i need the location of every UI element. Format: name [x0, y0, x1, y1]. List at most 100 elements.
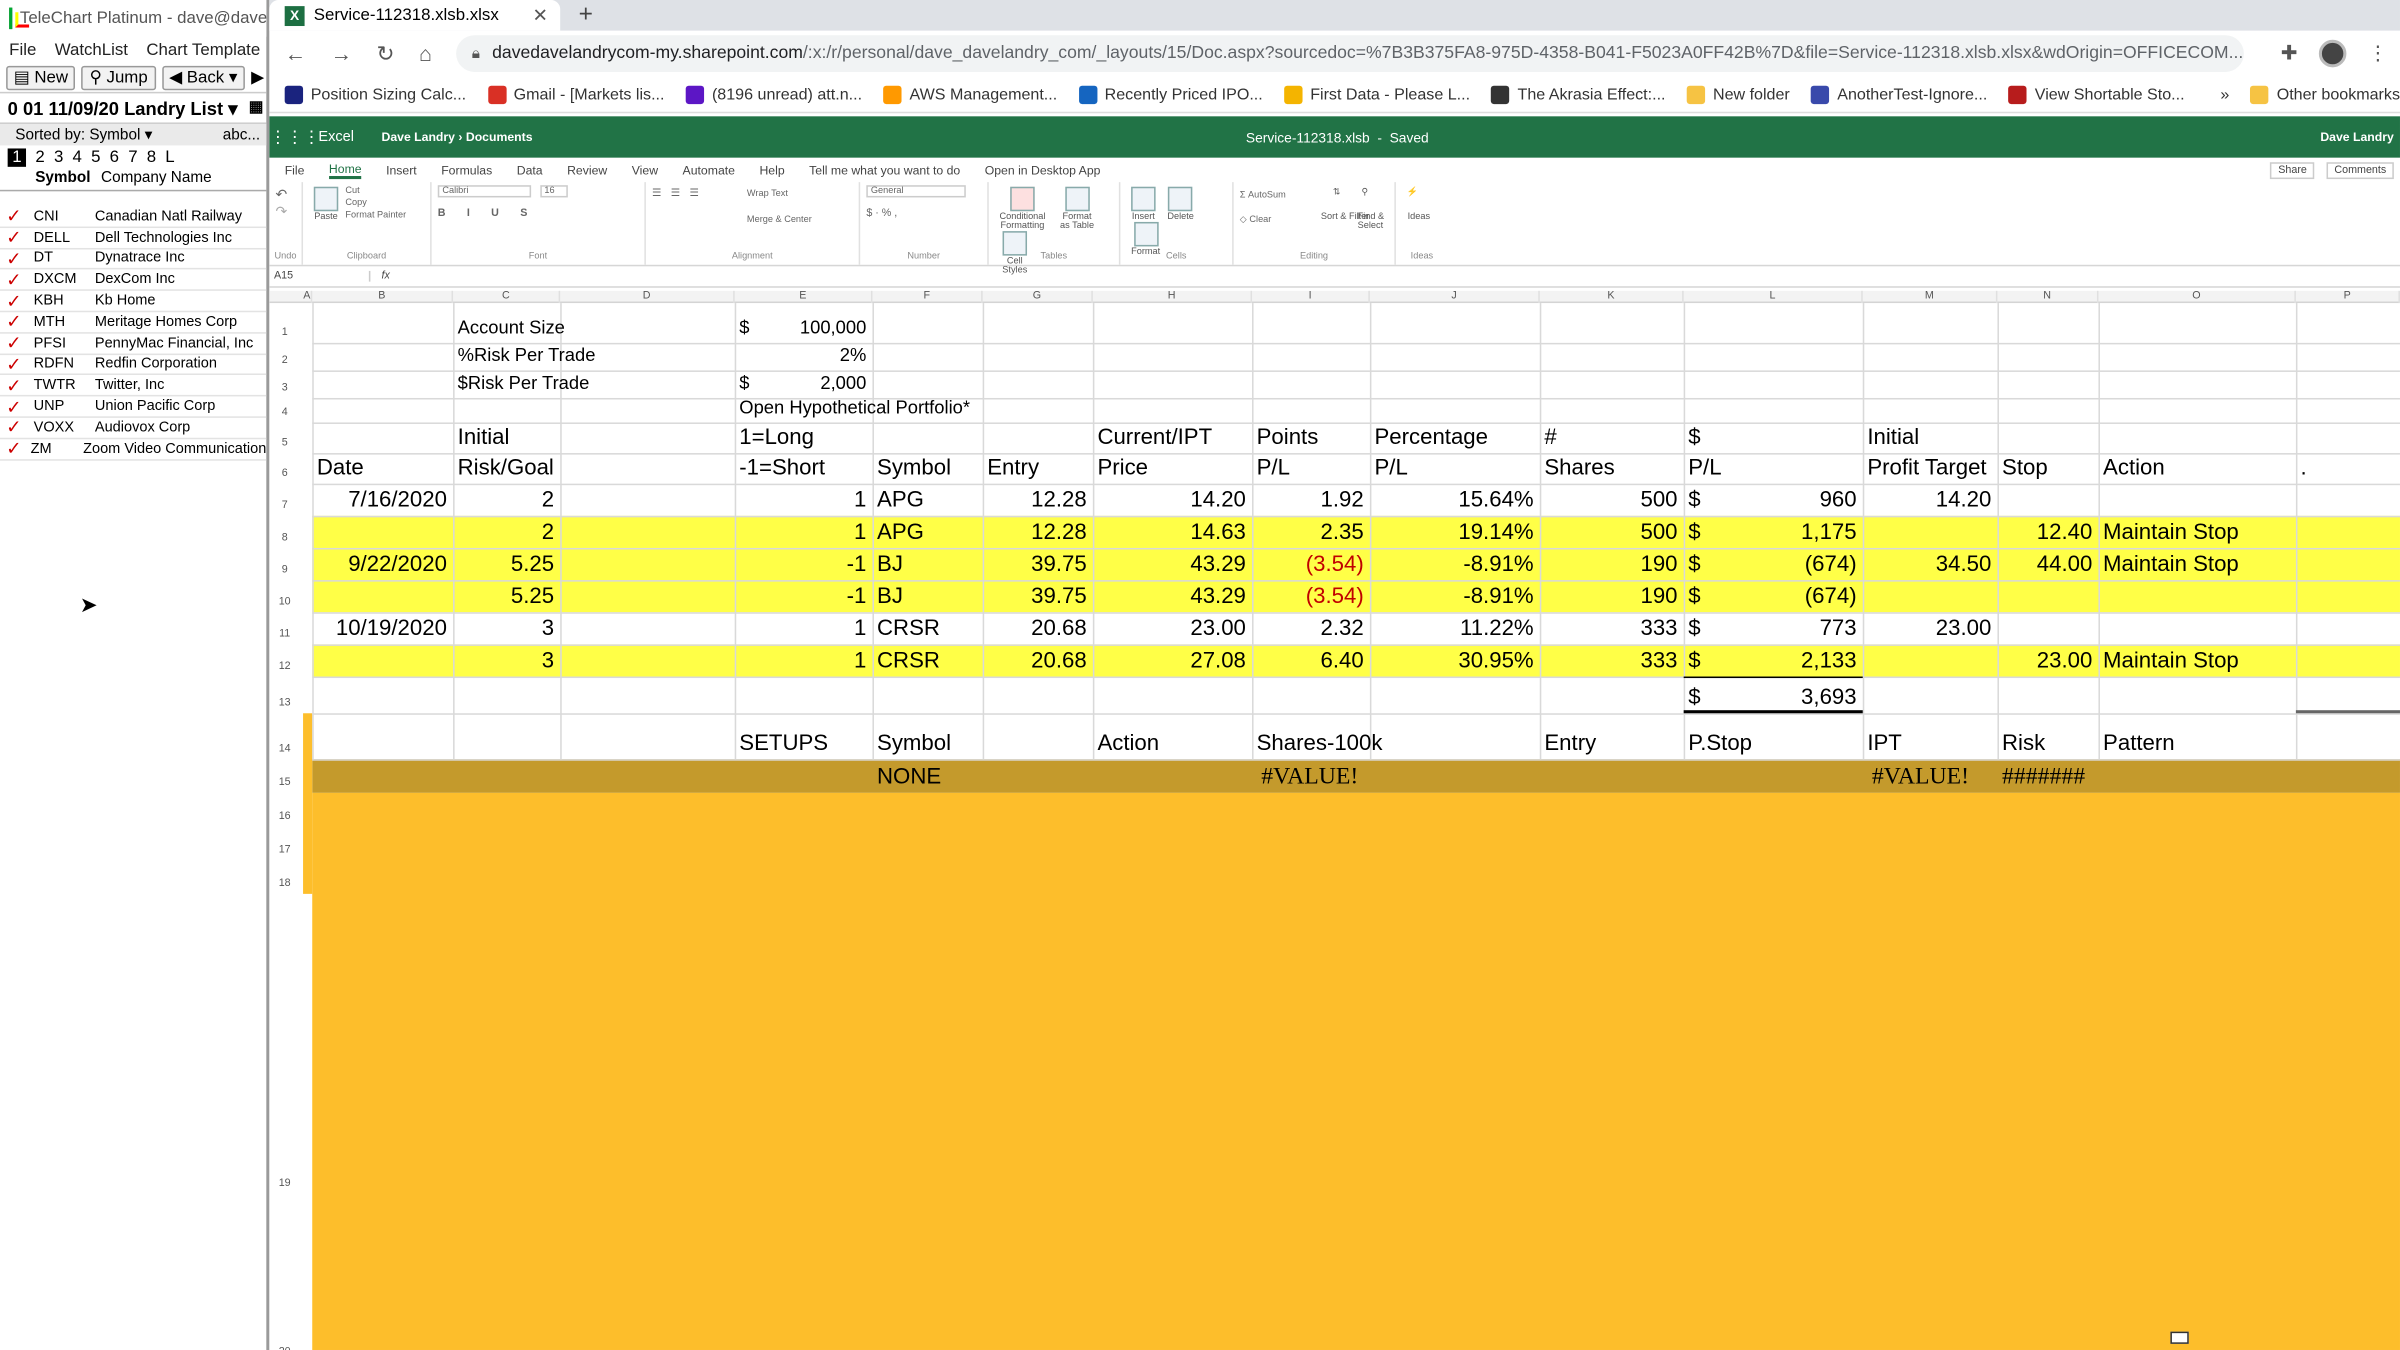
check-icon[interactable]: ✓ [6, 249, 27, 267]
excel-app-name[interactable]: Excel [318, 129, 354, 146]
merge-center-button[interactable]: Merge & Center [747, 216, 812, 225]
tc-list-item[interactable]: ✓ TWTR Twitter, Inc [0, 376, 267, 397]
ribbon-tab[interactable]: Insert [386, 163, 417, 177]
column-header[interactable]: H [1093, 290, 1253, 304]
tc-page-l[interactable]: L [165, 148, 174, 166]
column-header[interactable]: C [453, 290, 561, 304]
font-size-box[interactable]: 16 [539, 185, 569, 198]
bookmark-item[interactable]: New folder [1686, 84, 1790, 104]
tc-list-item[interactable]: ✓ KBH Kb Home [0, 291, 267, 313]
other-bookmarks-folder[interactable]: Other bookmarks [2250, 84, 2400, 104]
tc-grid-icon[interactable]: ▦ [249, 99, 263, 116]
redo-icon[interactable]: ↷ [276, 204, 296, 221]
column-header[interactable]: K [1540, 290, 1684, 304]
bookmark-item[interactable]: AWS Management... [883, 84, 1057, 104]
browser-menu-icon[interactable]: ⋮ [2368, 41, 2388, 65]
tc-watchlist-selector[interactable]: 0 01 11/09/20 Landry List ▾ ▦ [0, 93, 267, 124]
row-header[interactable]: 8 [269, 533, 300, 544]
bookmark-item[interactable]: (8196 unread) att.n... [685, 84, 862, 104]
font-format-buttons[interactable]: B I U S [438, 208, 639, 219]
row-header[interactable]: 14 [269, 744, 300, 755]
tc-menu-chart-template[interactable]: Chart Template [146, 41, 260, 59]
fx-icon[interactable]: fx [370, 271, 401, 282]
column-header[interactable]: J [1370, 290, 1540, 304]
bookmark-item[interactable]: Gmail - [Markets lis... [487, 84, 664, 104]
zoom-icon[interactable]: ⚲ [2243, 43, 2244, 64]
row-header[interactable]: 5 [269, 438, 300, 449]
share-button[interactable]: Share [2270, 161, 2315, 179]
tc-page-4[interactable]: 4 [73, 148, 82, 166]
ribbon-tab[interactable]: View [632, 163, 658, 177]
column-header[interactable]: I [1252, 290, 1370, 304]
insert-cells-button[interactable]: Insert [1131, 186, 1156, 222]
tc-list-item[interactable]: ✓ DELL Dell Technologies Inc [0, 228, 267, 249]
sheet-view-icon[interactable] [2170, 1331, 2189, 1344]
check-icon[interactable]: ✓ [6, 228, 27, 246]
format-painter-button[interactable]: Format Painter [345, 211, 406, 220]
column-header[interactable]: E [735, 290, 873, 304]
bookmark-item[interactable]: View Shortable Sto... [2008, 84, 2185, 104]
ribbon-tab[interactable]: Review [567, 163, 607, 177]
more-bookmarks-icon[interactable]: » [2220, 85, 2229, 103]
tc-page-2[interactable]: 2 [35, 148, 44, 166]
tc-page-1[interactable]: 1 [7, 148, 27, 167]
row-header[interactable]: 10 [269, 597, 300, 608]
comments-button[interactable]: Comments [2326, 161, 2394, 179]
row-header[interactable]: 12 [269, 661, 300, 672]
ribbon-tab[interactable]: Tell me what you want to do [809, 163, 960, 177]
autosum-button[interactable]: Σ AutoSum [1240, 191, 1286, 200]
reload-icon[interactable]: ↻ [377, 41, 395, 67]
ideas-button[interactable]: ⚡ Ideas [1407, 187, 1431, 222]
excel-breadcrumb[interactable]: Dave Landry › Documents [381, 130, 532, 144]
row-header[interactable]: 16 [269, 811, 300, 822]
ribbon-tab[interactable]: Formulas [441, 163, 492, 177]
row-header[interactable]: 1 [269, 328, 300, 339]
tc-back-button[interactable]: ◀ Back ▾ [161, 65, 245, 90]
forward-arrow-icon[interactable]: → [331, 41, 352, 65]
row-header[interactable]: 4 [269, 407, 300, 418]
cut-button[interactable]: Cut [345, 187, 406, 196]
check-icon[interactable]: ✓ [6, 313, 27, 331]
tc-list-item[interactable]: ✓ DT Dynatrace Inc [0, 249, 267, 270]
column-header[interactable]: O [2098, 290, 2296, 304]
row-header[interactable]: 15 [269, 778, 300, 789]
tc-list-item[interactable]: ✓ MTH Meritage Homes Corp [0, 312, 267, 334]
tc-forward-icon[interactable]: ▶ [251, 67, 264, 87]
worksheet-grid[interactable]: ABCDEFGHIJKLMNOP 1 2 3 4 5 6 7 8 9 10 11 12 13 14 15 16… [269, 290, 2400, 1350]
check-icon[interactable]: ✓ [6, 397, 27, 415]
delete-cells-button[interactable]: Delete [1167, 186, 1194, 222]
bookmark-item[interactable]: AnotherTest-Ignore... [1811, 84, 1987, 104]
extensions-icon[interactable]: ✚ [2281, 41, 2298, 65]
tc-list-item[interactable]: ✓ VOXX Audiovox Corp [0, 418, 267, 439]
ribbon-tab[interactable]: File [285, 163, 305, 177]
ribbon-tab[interactable]: Home [328, 161, 362, 179]
column-header[interactable]: B [312, 290, 454, 304]
tc-page-5[interactable]: 5 [91, 148, 100, 166]
tc-list-item[interactable]: ✓ CNI Canadian Natl Railway [0, 207, 267, 228]
back-arrow-icon[interactable]: ← [285, 41, 306, 65]
bookmark-item[interactable]: Recently Priced IPO... [1078, 84, 1263, 104]
tc-sort-bar[interactable]: Sorted by: Symbol ▾ abc... [0, 123, 267, 146]
row-header[interactable]: 19 [269, 1179, 300, 1190]
column-header[interactable]: P [2296, 290, 2400, 304]
undo-icon[interactable]: ↶ [276, 187, 296, 204]
column-header[interactable]: G [983, 290, 1093, 304]
tc-sort-abc[interactable]: abc... [223, 126, 260, 143]
font-name-box[interactable]: Calibri [437, 185, 532, 198]
tc-list-item[interactable]: ✓ DXCM DexCom Inc [0, 270, 267, 292]
tc-col-company[interactable]: Company Name [98, 170, 212, 190]
row-header[interactable]: 13 [269, 698, 300, 709]
bookmark-item[interactable]: The Akrasia Effect:... [1491, 84, 1666, 104]
paste-button[interactable]: Paste [313, 186, 339, 222]
wrap-text-button[interactable]: Wrap Text [747, 190, 788, 199]
row-header[interactable]: 11 [269, 629, 300, 640]
row-header[interactable]: 6 [269, 468, 300, 479]
clear-button[interactable]: ◇ Clear [1240, 214, 1272, 225]
row-header[interactable]: 18 [269, 879, 300, 890]
profile-avatar[interactable] [2318, 39, 2347, 68]
excel-user-name[interactable]: Dave Landry [2320, 130, 2394, 144]
conditional-formatting-button[interactable]: Conditional Formatting [999, 186, 1045, 231]
bookmark-item[interactable]: First Data - Please L... [1284, 84, 1470, 104]
check-icon[interactable]: ✓ [6, 418, 27, 436]
check-icon[interactable]: ✓ [6, 207, 27, 225]
